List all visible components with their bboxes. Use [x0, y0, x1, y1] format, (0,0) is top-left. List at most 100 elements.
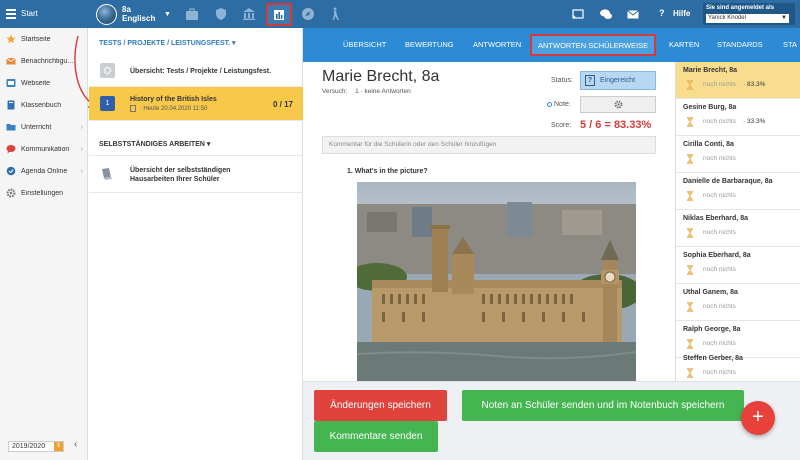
student-name: Cirilla Conti, 8a [683, 141, 734, 148]
compass-icon[interactable] [299, 5, 317, 23]
menu-icon[interactable] [6, 9, 16, 19]
cast-icon[interactable] [569, 5, 587, 23]
books-icon [100, 166, 115, 181]
student-list: Marie Brecht, 8a noch nichts · 83.3% Ges… [675, 62, 800, 381]
school-year-select[interactable]: 2019/2020 ⇕ [8, 441, 64, 452]
add-button[interactable]: + [741, 401, 775, 435]
chevron-right-icon: › [80, 145, 83, 153]
briefcase-icon[interactable] [183, 5, 201, 23]
tab-uebersicht[interactable]: ÜBERSICHT [343, 40, 386, 49]
sidebar-item-unterricht[interactable]: Unterricht › [0, 116, 88, 138]
sidebar-item-label: Einstellungen [21, 189, 64, 197]
task-title-line2: Hausarbeiten Ihrer Schüler [130, 176, 220, 183]
sidebar-item-einstellungen[interactable]: Einstellungen [0, 182, 88, 204]
tab-antworten-schuelerweise[interactable]: ANTWORTEN SCHÜLERWEISE [530, 34, 657, 56]
sidebar-item-label: Webseite [21, 79, 51, 87]
student-item[interactable]: Cirilla Conti, 8a noch nichts [676, 136, 800, 173]
collapse-sidebar-icon[interactable]: ‹ [74, 439, 77, 450]
attempt-info: Versuch: 1 · keine Antworten [322, 88, 411, 95]
student-state: noch nichts [703, 118, 736, 125]
gear-icon [6, 188, 16, 198]
hourglass-icon [686, 154, 694, 164]
caret-down-icon: ▾ [232, 40, 236, 47]
student-item[interactable]: Sophia Eberhard, 8a noch nichts [676, 247, 800, 284]
help-link[interactable]: Hilfe [673, 9, 690, 18]
class-name: 8a [122, 5, 131, 14]
hourglass-icon [686, 80, 694, 90]
hourglass-icon [686, 339, 694, 349]
student-score: · 83.3% [743, 81, 766, 88]
student-item[interactable]: Danielle de Barbaraque, 8a noch nichts [676, 173, 800, 210]
institution-icon[interactable] [240, 5, 258, 23]
section-title: TESTS / PROJEKTE / LEISTUNGSFEST. [99, 40, 231, 47]
hourglass-icon [686, 191, 694, 201]
student-item[interactable]: Uthal Ganem, 8a noch nichts [676, 284, 800, 321]
task-title: History of the British Isles [130, 96, 217, 103]
caret-down-icon: ▾ [206, 141, 211, 148]
student-item[interactable]: Gesine Burg, 8a noch nichts · 33.3% [676, 99, 800, 136]
attempt-label: Versuch: [322, 88, 348, 95]
task-progress-count: 0 / 17 [272, 100, 293, 109]
bar-chart-icon[interactable] [266, 3, 292, 26]
tab-standards-2[interactable]: STA [783, 40, 797, 49]
login-label: Sie sind angemeldet als [706, 5, 775, 11]
status-label: Status: [551, 77, 573, 84]
sidebar-item-agenda-online[interactable]: Agenda Online › [0, 160, 88, 182]
task-overview-selfwork[interactable]: Übersicht der selbstständigen Hausarbeit… [89, 155, 303, 193]
comment-input[interactable]: Kommentar für die Schülerin oder den Sch… [322, 136, 656, 154]
student-state: noch nichts [703, 303, 736, 310]
student-name: Danielle de Barbaraque, 8a [683, 178, 773, 185]
attempt-value: 1 · keine Antworten [355, 88, 411, 95]
start-label[interactable]: Start [21, 9, 38, 18]
tab-karten[interactable]: KARTEN [669, 40, 699, 49]
tab-antworten[interactable]: ANTWORTEN [473, 40, 521, 49]
sidebar-item-label: Startseite [21, 35, 51, 43]
student-state: noch nichts [703, 155, 736, 162]
chevron-right-icon: › [80, 123, 83, 131]
class-avatar[interactable] [96, 4, 117, 25]
send-comments-button[interactable]: Kommentare senden [314, 421, 438, 452]
student-name: Sophia Eberhard, 8a [683, 252, 751, 259]
note-settings-button[interactable] [580, 96, 656, 113]
help-icon[interactable]: ? [659, 8, 665, 18]
student-name: Gesine Burg, 8a [683, 104, 737, 111]
student-state: noch nichts [703, 369, 736, 376]
parliament-image [357, 182, 636, 382]
sidebar-item-label: Klassenbuch [21, 101, 62, 109]
student-name: Marie Brecht, 8a [683, 67, 738, 74]
tab-standards[interactable]: STANDARDS [717, 40, 763, 49]
chat-bubbles-icon[interactable] [597, 5, 615, 23]
student-item[interactable]: Marie Brecht, 8a noch nichts · 83.3% [676, 62, 800, 99]
login-box[interactable]: Sie sind angemeldet als Yanick Knodel ▼ [703, 3, 795, 25]
hourglass-icon [686, 368, 694, 378]
student-state: noch nichts [703, 266, 736, 273]
student-name: Ralph George, 8a [683, 326, 741, 333]
student-name: Marie Brecht, 8a [322, 68, 440, 85]
web-icon [6, 78, 16, 88]
mail-icon[interactable] [624, 5, 642, 23]
task-overview-tests[interactable]: Übersicht: Tests / Projekte / Leistungsf… [89, 55, 303, 87]
tab-bewertung[interactable]: BEWERTUNG [405, 40, 454, 49]
caret-updown-icon: ⇕ [54, 442, 63, 451]
folder-icon [6, 122, 16, 132]
task-item-selected[interactable]: 1 History of the British Isles · Heute 2… [89, 87, 303, 121]
hiking-icon[interactable] [326, 5, 344, 23]
user-name: Yanick Knodel [708, 15, 746, 21]
task-title-line1: Übersicht der selbstständigen [130, 167, 231, 174]
shield-icon[interactable] [212, 5, 230, 23]
hourglass-icon [686, 302, 694, 312]
user-select[interactable]: Yanick Knodel ▼ [706, 14, 789, 23]
sidebar-item-label: Benachrichtigu... [21, 57, 74, 65]
class-selector[interactable]: 8a Englisch [122, 5, 155, 23]
status-button[interactable]: ? Eingereicht [580, 71, 656, 90]
student-item[interactable]: Steffen Gerber, 8a noch nichts [676, 350, 800, 381]
section-tests-header[interactable]: TESTS / PROJEKTE / LEISTUNGSFEST. ▾ [99, 39, 236, 47]
student-name: Niklas Eberhard, 8a [683, 215, 748, 222]
send-grades-button[interactable]: Noten an Schüler senden und im Notenbuch… [462, 390, 744, 421]
sidebar-item-kommunikation[interactable]: Kommunikation › [0, 138, 88, 160]
student-item[interactable]: Niklas Eberhard, 8a noch nichts [676, 210, 800, 247]
section-selfwork-header[interactable]: SELBSTSTÄNDIGES ARBEITEN ▾ [99, 140, 210, 148]
caret-down-icon[interactable]: ▼ [164, 11, 171, 18]
hourglass-icon [686, 117, 694, 127]
save-changes-button[interactable]: Änderungen speichern [314, 390, 447, 421]
